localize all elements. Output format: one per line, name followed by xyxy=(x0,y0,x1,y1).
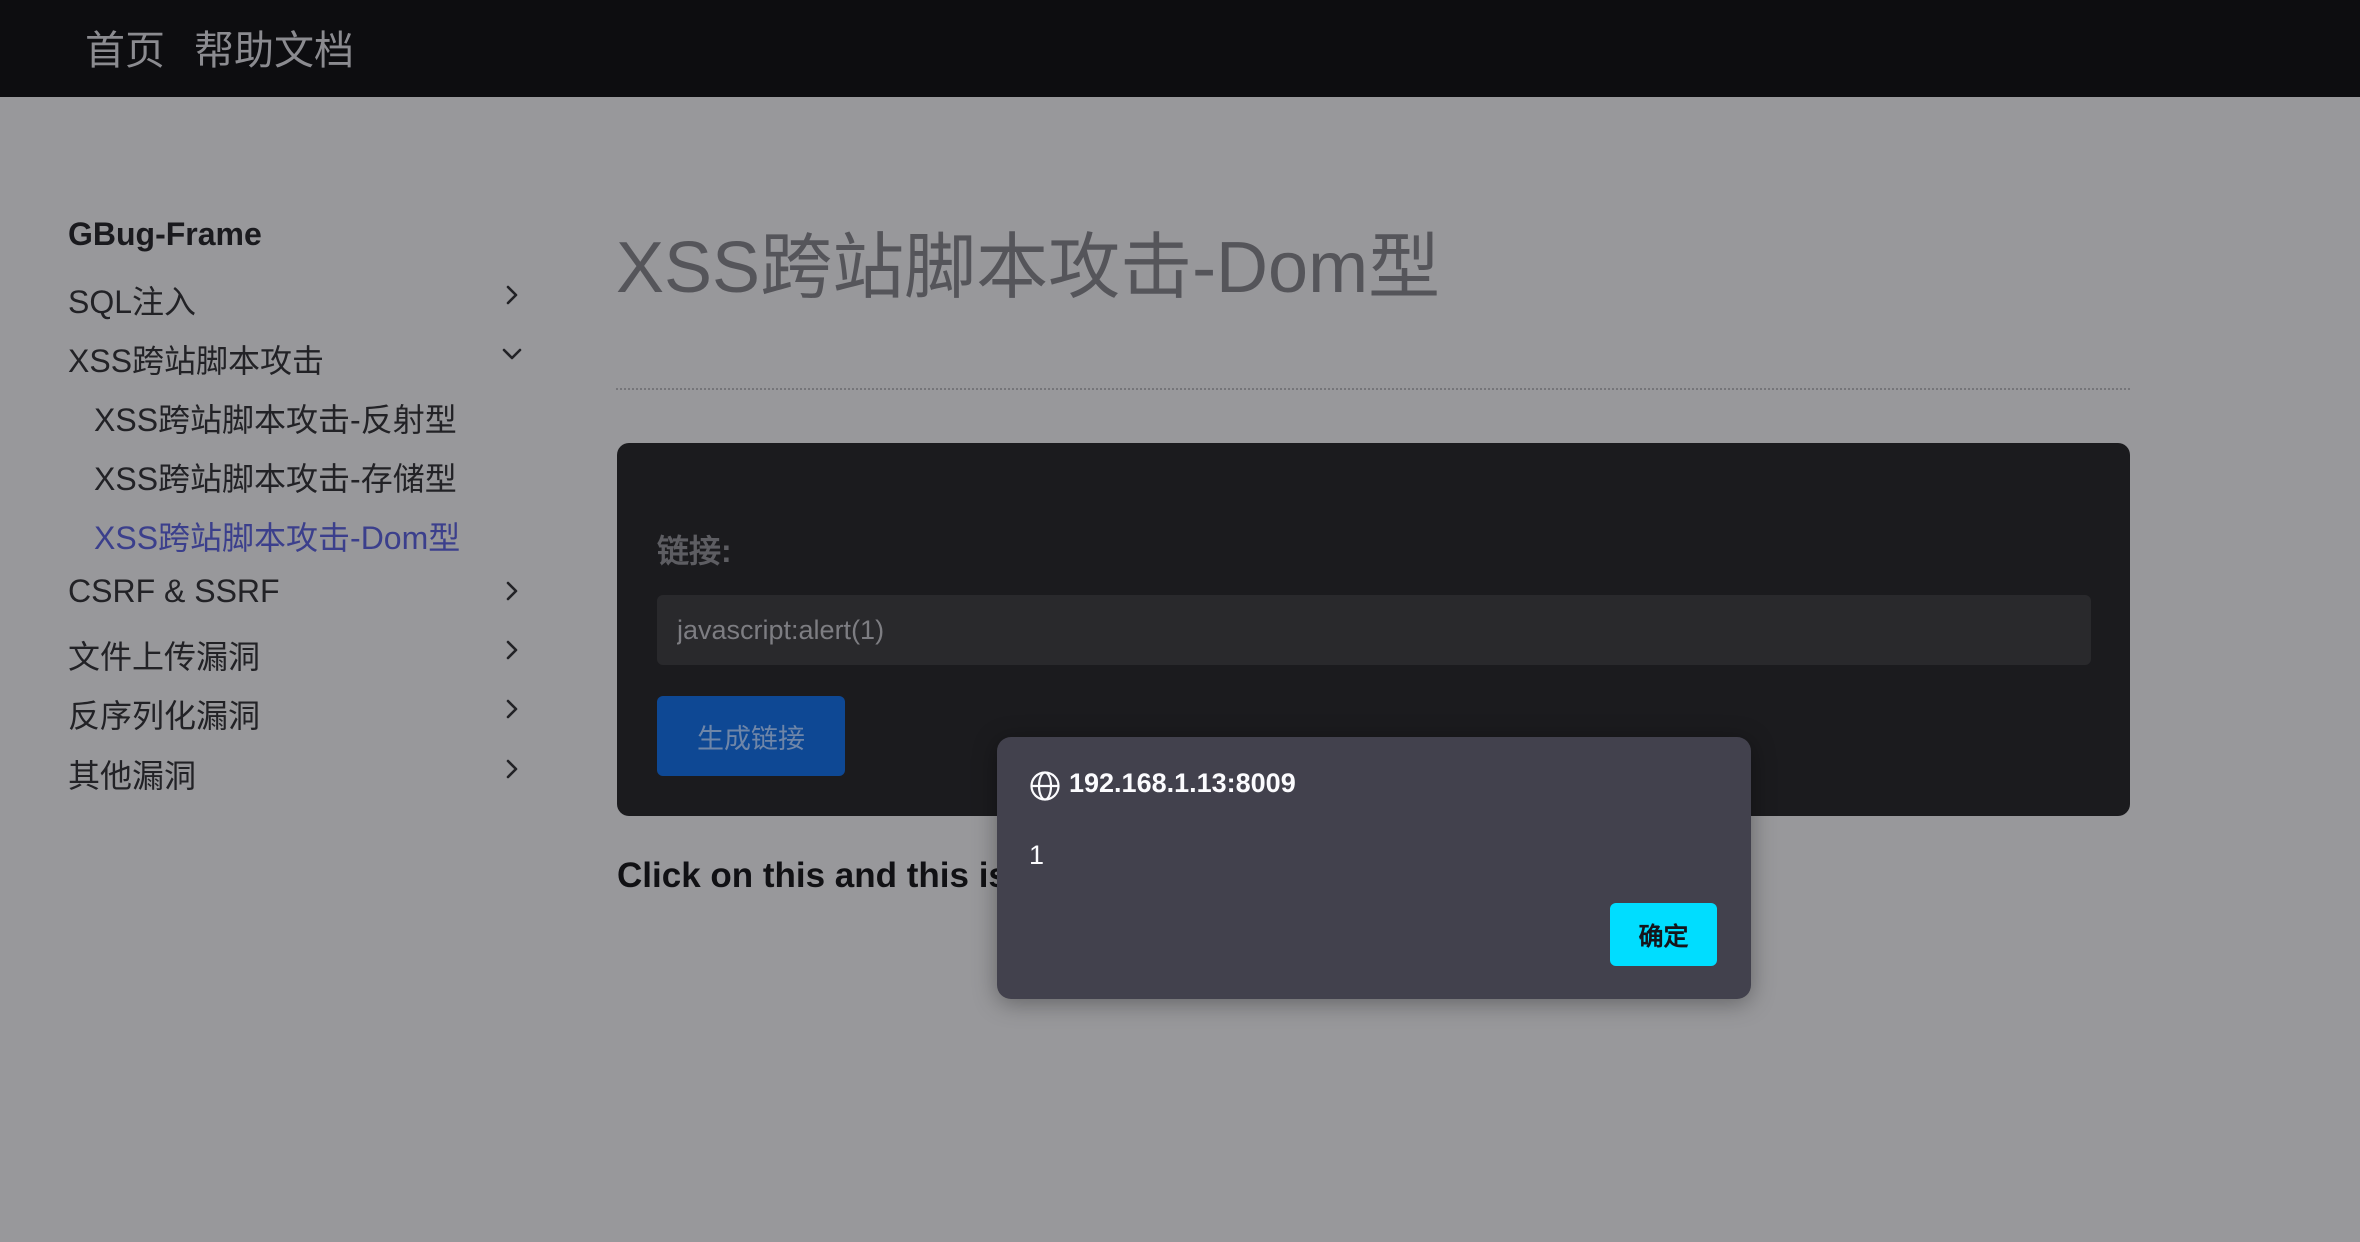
link-input[interactable] xyxy=(657,595,2091,665)
sidebar-item-xss[interactable]: XSS跨站脚本攻击 xyxy=(68,330,524,380)
chevron-right-icon xyxy=(506,699,518,719)
sidebar-item-sql-injection[interactable]: SQL注入 xyxy=(68,271,524,321)
chevron-right-icon xyxy=(506,285,518,305)
sidebar-subitem-xss-reflected[interactable]: XSS跨站脚本攻击-反射型 xyxy=(94,395,457,441)
chevron-right-icon xyxy=(506,759,518,779)
generated-link-text[interactable]: Click on this and this is xyxy=(617,856,1008,896)
sidebar-item-deserialization[interactable]: 反序列化漏洞 xyxy=(68,685,524,735)
generate-link-button[interactable]: 生成链接 xyxy=(657,696,845,776)
page-title: XSS跨站脚本攻击-Dom型 xyxy=(616,228,1441,308)
chevron-right-icon xyxy=(506,581,518,601)
sidebar-item-label: 反序列化漏洞 xyxy=(68,698,261,734)
sidebar-subitem-xss-stored[interactable]: XSS跨站脚本攻击-存储型 xyxy=(94,454,457,500)
globe-icon xyxy=(1030,771,1060,801)
dialog-message: 1 xyxy=(1029,840,1045,870)
chevron-right-icon xyxy=(506,640,518,660)
top-navbar: 首页 帮助文档 xyxy=(0,0,2360,97)
sidebar-item-csrf-ssrf[interactable]: CSRF & SSRF xyxy=(68,567,524,617)
sidebar-item-label: 文件上传漏洞 xyxy=(68,639,261,675)
chevron-down-icon xyxy=(502,348,522,360)
sidebar-item-label: CSRF & SSRF xyxy=(68,573,280,609)
sidebar-item-other[interactable]: 其他漏洞 xyxy=(68,745,524,795)
alert-dialog: 192.168.1.13:8009 1 确定 xyxy=(997,737,1751,999)
sidebar-brand: GBug-Frame xyxy=(68,216,262,252)
dialog-origin: 192.168.1.13:8009 xyxy=(1069,768,1296,798)
nav-home-link[interactable]: 首页 xyxy=(85,18,165,76)
dialog-ok-button[interactable]: 确定 xyxy=(1610,903,1717,966)
sidebar-item-label: 其他漏洞 xyxy=(68,758,197,794)
nav-help-docs-link[interactable]: 帮助文档 xyxy=(194,18,354,76)
title-divider xyxy=(616,388,2130,390)
sidebar-item-label: SQL注入 xyxy=(68,284,197,320)
link-field-label: 链接: xyxy=(657,533,732,569)
sidebar-subitem-xss-dom[interactable]: XSS跨站脚本攻击-Dom型 xyxy=(94,513,460,559)
sidebar-item-file-upload[interactable]: 文件上传漏洞 xyxy=(68,626,524,676)
sidebar-item-label: XSS跨站脚本攻击 xyxy=(68,343,325,379)
